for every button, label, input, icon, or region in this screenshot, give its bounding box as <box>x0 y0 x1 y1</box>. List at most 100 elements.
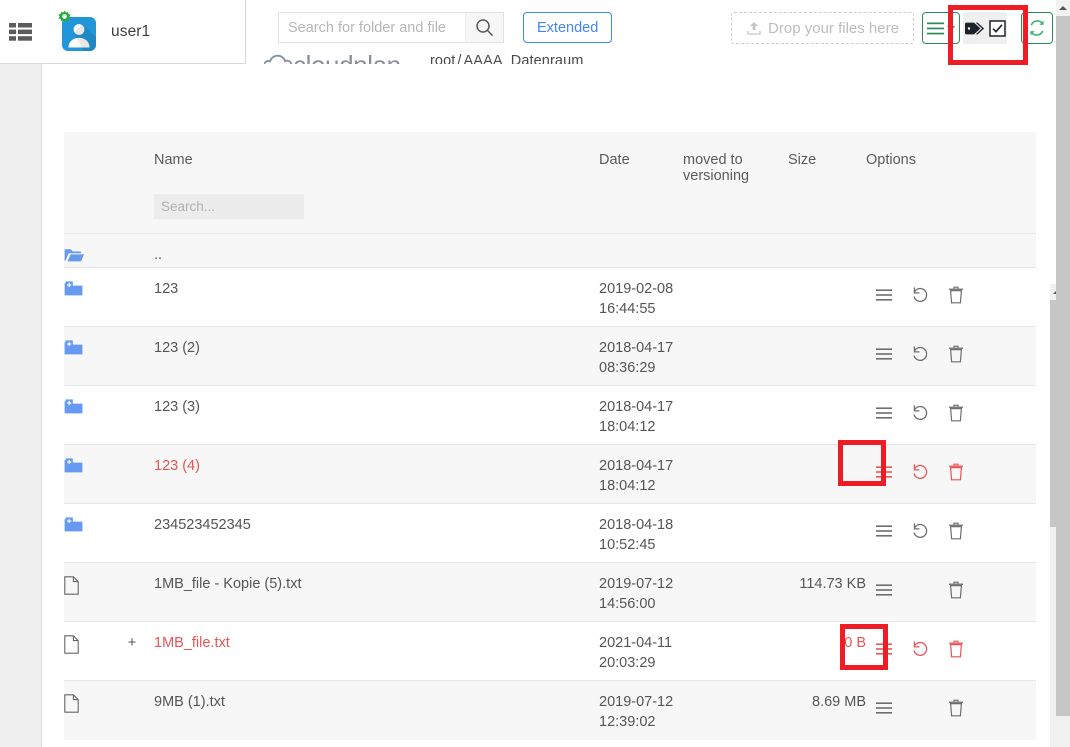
table-row[interactable]: 1MB_file - Kopie (5).txt 2019-07-12 14:56:… <box>64 562 1036 622</box>
search-button[interactable] <box>465 13 503 42</box>
folder-plus-icon <box>64 281 83 296</box>
row-delete-button[interactable] <box>938 341 974 367</box>
user-name-label: user1 <box>111 22 151 40</box>
main-menu-button[interactable] <box>0 0 42 64</box>
row-delete-button[interactable] <box>938 459 974 485</box>
row-name[interactable]: 123 <box>154 267 599 327</box>
row-date: 2021-04-11 20:03:29 <box>599 621 683 681</box>
table-row[interactable]: 123 (4) 2018-04-17 18:04:12 <box>64 444 1036 504</box>
row-name[interactable]: 123 (4) <box>154 444 599 504</box>
page-scroll-up-arrow[interactable] <box>1056 0 1070 16</box>
search-input[interactable] <box>279 13 465 42</box>
row-versioning <box>683 267 788 327</box>
table-row[interactable]: 123 2019-02-08 16:44:55 <box>64 267 1036 327</box>
row-menu-button[interactable] <box>866 577 902 603</box>
folder-plus-icon <box>64 399 83 414</box>
row-menu-button[interactable] <box>866 459 902 485</box>
row-restore-button[interactable] <box>902 459 938 485</box>
row-size: 0 B <box>788 621 866 681</box>
row-options <box>866 267 1036 327</box>
table-row-parent[interactable]: .. <box>64 233 1036 268</box>
file-dropzone[interactable]: Drop your files here <box>731 12 914 44</box>
delete-icon <box>949 286 963 304</box>
row-versioning <box>683 680 788 740</box>
row-options <box>866 680 1036 740</box>
row-menu-icon <box>876 466 892 478</box>
tags-select-button[interactable] <box>963 12 1007 44</box>
row-name[interactable]: 123 (2) <box>154 326 599 386</box>
row-delete-button[interactable] <box>938 400 974 426</box>
folder-plus-icon <box>64 340 83 355</box>
table-row[interactable]: 123 (2) 2018-04-17 08:36:29 <box>64 326 1036 386</box>
row-restore-button[interactable] <box>902 400 938 426</box>
header-size[interactable]: Size <box>788 132 866 184</box>
row-delete-button[interactable] <box>938 636 974 662</box>
view-options-button[interactable] <box>922 12 960 44</box>
row-menu-button[interactable] <box>866 695 902 721</box>
name-filter-input[interactable] <box>154 194 304 219</box>
delete-icon <box>949 345 963 363</box>
row-delete-button[interactable] <box>938 282 974 308</box>
extended-search-button[interactable]: Extended <box>523 12 613 43</box>
file-table-head: Name Date moved to versioning Size Optio… <box>64 132 1036 234</box>
row-delete-button[interactable] <box>938 577 974 603</box>
row-restore-button[interactable] <box>902 282 938 308</box>
page-scrollbar[interactable] <box>1056 0 1070 747</box>
refresh-button[interactable] <box>1021 12 1053 44</box>
row-name[interactable]: 9MB (1).txt <box>154 680 599 740</box>
row-menu-button[interactable] <box>866 282 902 308</box>
row-name[interactable]: 1MB_file - Kopie (5).txt <box>154 562 599 622</box>
table-row[interactable]: +1MB_file.txt 2021-04-11 20:03:29 0 B <box>64 621 1036 681</box>
folder-plus-icon <box>64 517 83 532</box>
row-restore-button[interactable] <box>902 341 938 367</box>
delete-icon <box>949 581 963 599</box>
list-lines-icon <box>927 22 944 34</box>
search-area: Extended <box>278 12 613 43</box>
row-date: 2018-04-17 08:36:29 <box>599 326 683 386</box>
row-restore-button[interactable] <box>902 636 938 662</box>
header-versioning[interactable]: moved to versioning <box>683 132 788 184</box>
row-icon-cell <box>64 444 110 504</box>
row-options <box>866 385 1036 445</box>
row-date: 2019-07-12 14:56:00 <box>599 562 683 622</box>
header-name[interactable]: Name <box>154 132 599 184</box>
row-name[interactable]: 1MB_file.txt <box>154 621 599 681</box>
row-name[interactable]: 123 (3) <box>154 385 599 445</box>
restore-icon <box>913 287 928 302</box>
row-delete-button[interactable] <box>938 518 974 544</box>
row-size: 114.73 KB <box>788 562 866 622</box>
row-menu-icon <box>876 348 892 360</box>
page-scrollbar-thumb[interactable] <box>1056 16 1070 716</box>
refresh-icon <box>1030 20 1044 36</box>
row-menu-button[interactable] <box>866 341 902 367</box>
header-date[interactable]: Date <box>599 132 683 184</box>
row-delete-button[interactable] <box>938 695 974 721</box>
file-icon <box>64 576 79 595</box>
row-menu-icon <box>876 643 892 655</box>
dropzone-label: Drop your files here <box>768 19 899 37</box>
row-menu-icon <box>876 525 892 537</box>
table-row[interactable]: 9MB (1).txt 2019-07-12 12:39:02 8.69 MB <box>64 680 1036 740</box>
row-options <box>866 562 1036 622</box>
row-expand-cell <box>110 267 154 327</box>
row-menu-button[interactable] <box>866 518 902 544</box>
table-row[interactable]: 123 (3) 2018-04-17 18:04:12 <box>64 385 1036 445</box>
row-name[interactable]: .. <box>154 233 599 268</box>
left-rail <box>0 0 42 747</box>
user-account-chip[interactable]: user1 <box>42 0 246 64</box>
row-expand-cell[interactable]: + <box>110 621 154 681</box>
row-versioning <box>683 444 788 504</box>
tag-icon <box>965 22 985 34</box>
restore-icon <box>913 641 928 656</box>
content-area: Name Date moved to versioning Size Optio… <box>42 64 1058 747</box>
row-menu-button[interactable] <box>866 636 902 662</box>
row-size <box>788 385 866 445</box>
row-restore-button[interactable] <box>902 518 938 544</box>
row-menu-button[interactable] <box>866 400 902 426</box>
row-date: 2018-04-18 10:52:45 <box>599 503 683 563</box>
row-name[interactable]: 234523452345 <box>154 503 599 563</box>
row-size <box>788 326 866 386</box>
row-expand-cell <box>110 680 154 740</box>
table-row[interactable]: 234523452345 2018-04-18 10:52:45 <box>64 503 1036 563</box>
delete-icon <box>949 404 963 422</box>
